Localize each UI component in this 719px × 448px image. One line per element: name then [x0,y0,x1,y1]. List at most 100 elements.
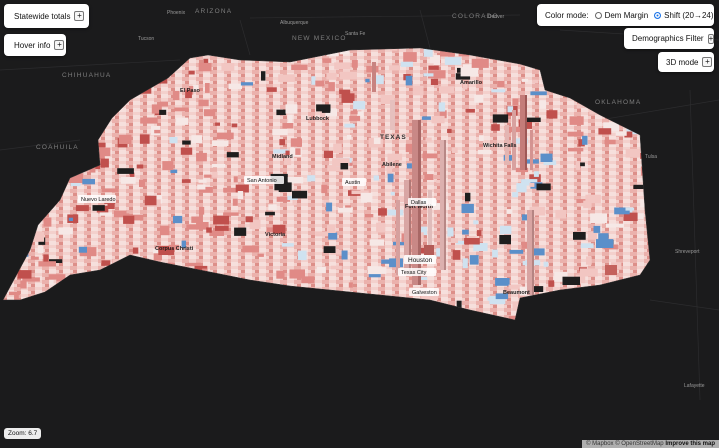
precinct-cell[interactable] [447,128,452,133]
precinct-cell[interactable] [625,207,635,211]
precinct-cell[interactable] [339,89,351,95]
precinct-cell[interactable] [492,114,509,123]
precinct-cell[interactable] [276,270,285,279]
precinct-cell[interactable] [569,116,584,125]
precinct-cell[interactable] [512,192,519,198]
precinct-cell[interactable] [543,261,549,267]
precinct-cell[interactable] [606,223,624,228]
precinct-cell[interactable] [328,232,338,240]
precinct-cell[interactable] [212,140,229,146]
precinct-cell[interactable] [123,215,135,224]
precinct-cell[interactable] [536,183,551,191]
precinct-cell[interactable] [205,83,210,93]
precinct-cell[interactable] [268,204,277,211]
precinct-cell[interactable] [311,76,316,85]
precinct-cell[interactable] [170,169,178,174]
3d-mode-toggle[interactable]: 3D mode + [658,52,714,72]
precinct-cell[interactable] [37,245,44,254]
precinct-cell[interactable] [315,80,325,87]
precinct-cell[interactable] [430,78,438,85]
expand-plus-icon[interactable]: + [702,57,713,67]
radio-dem-margin[interactable] [594,11,602,19]
precinct-cell[interactable] [580,243,594,248]
precinct-cell[interactable] [451,238,458,243]
precinct-cell[interactable] [438,102,446,112]
precinct-cell[interactable] [162,161,174,171]
precinct-cell[interactable] [548,280,555,287]
precinct-cell[interactable] [529,182,535,187]
precinct-cell[interactable] [477,230,482,236]
precinct-cell[interactable] [387,173,394,183]
precinct-cell[interactable] [169,137,178,144]
precinct-cell[interactable] [500,225,512,235]
precinct-cell[interactable] [198,62,212,72]
precinct-cell[interactable] [321,184,328,194]
precinct-cell[interactable] [107,203,115,209]
precinct-cell[interactable] [590,213,607,224]
precinct-cell[interactable] [412,85,424,96]
precinct-cell[interactable] [240,82,253,86]
precinct-cell[interactable] [281,243,294,247]
precinct-cell[interactable] [464,238,480,245]
precinct-cell[interactable] [555,209,567,219]
precinct-cell[interactable] [278,74,295,82]
option-shift-label[interactable]: Shift (20→24) [664,11,713,20]
precinct-cell[interactable] [339,71,357,80]
precinct-cell[interactable] [530,91,547,96]
precinct-cell[interactable] [533,171,539,177]
precinct-cell[interactable] [431,115,445,124]
precinct-cell[interactable] [101,260,111,266]
precinct-cell[interactable] [323,246,336,253]
precinct-cell[interactable] [462,258,468,269]
precinct-cell[interactable] [233,176,238,183]
precinct-cell[interactable] [568,148,584,152]
precinct-cell[interactable] [348,282,353,288]
precinct-cell[interactable] [444,57,462,65]
precinct-cell[interactable] [491,89,506,93]
precinct-cell[interactable] [17,270,32,279]
precinct-cell[interactable] [188,70,195,75]
precinct-cell[interactable] [477,149,492,155]
precinct-cell[interactable] [101,188,119,193]
demographics-filter-toggle[interactable]: Demographics Filter + [624,28,715,49]
precinct-cell[interactable] [100,158,109,168]
improve-map-link[interactable]: Improve this map [665,441,715,447]
precinct-cell[interactable] [213,215,229,225]
precinct-cell[interactable] [405,143,413,152]
precinct-cell[interactable] [198,99,209,107]
precinct-cell[interactable] [328,82,335,92]
precinct-cell[interactable] [191,135,203,144]
precinct-cell[interactable] [451,147,458,153]
precinct-cell[interactable] [424,174,434,180]
precinct-cell[interactable] [58,227,73,235]
precinct-cell[interactable] [596,239,614,248]
precinct-cell[interactable] [197,184,206,190]
precinct-cell[interactable] [49,279,54,285]
precinct-cell[interactable] [204,174,212,178]
precinct-cell[interactable] [341,93,355,103]
precinct-cell[interactable] [326,202,333,212]
precinct-cell[interactable] [43,254,49,262]
precinct-cell[interactable] [421,116,431,120]
precinct-cell[interactable] [173,215,183,224]
precinct-cell[interactable] [580,162,585,167]
precinct-cell[interactable] [344,123,355,128]
precinct-cell[interactable] [154,129,160,134]
precinct-cell[interactable] [289,269,306,279]
precinct-cell[interactable] [492,249,498,258]
precinct-cell[interactable] [330,265,342,270]
precinct-cell[interactable] [172,90,180,100]
precinct-cell[interactable] [512,98,519,106]
precinct-cell[interactable] [20,280,27,289]
precinct-cell[interactable] [347,135,352,140]
precinct-cell[interactable] [136,164,144,169]
precinct-cell[interactable] [334,62,351,70]
hover-info-toggle[interactable]: Hover info + [4,34,66,56]
precinct-cell[interactable] [82,178,95,185]
precinct-cell[interactable] [422,153,438,159]
precinct-cell[interactable] [234,227,247,236]
precinct-cell[interactable] [191,216,203,223]
precinct-cell[interactable] [245,216,253,223]
precinct-cell[interactable] [160,225,170,236]
precinct-cell[interactable] [509,249,524,254]
